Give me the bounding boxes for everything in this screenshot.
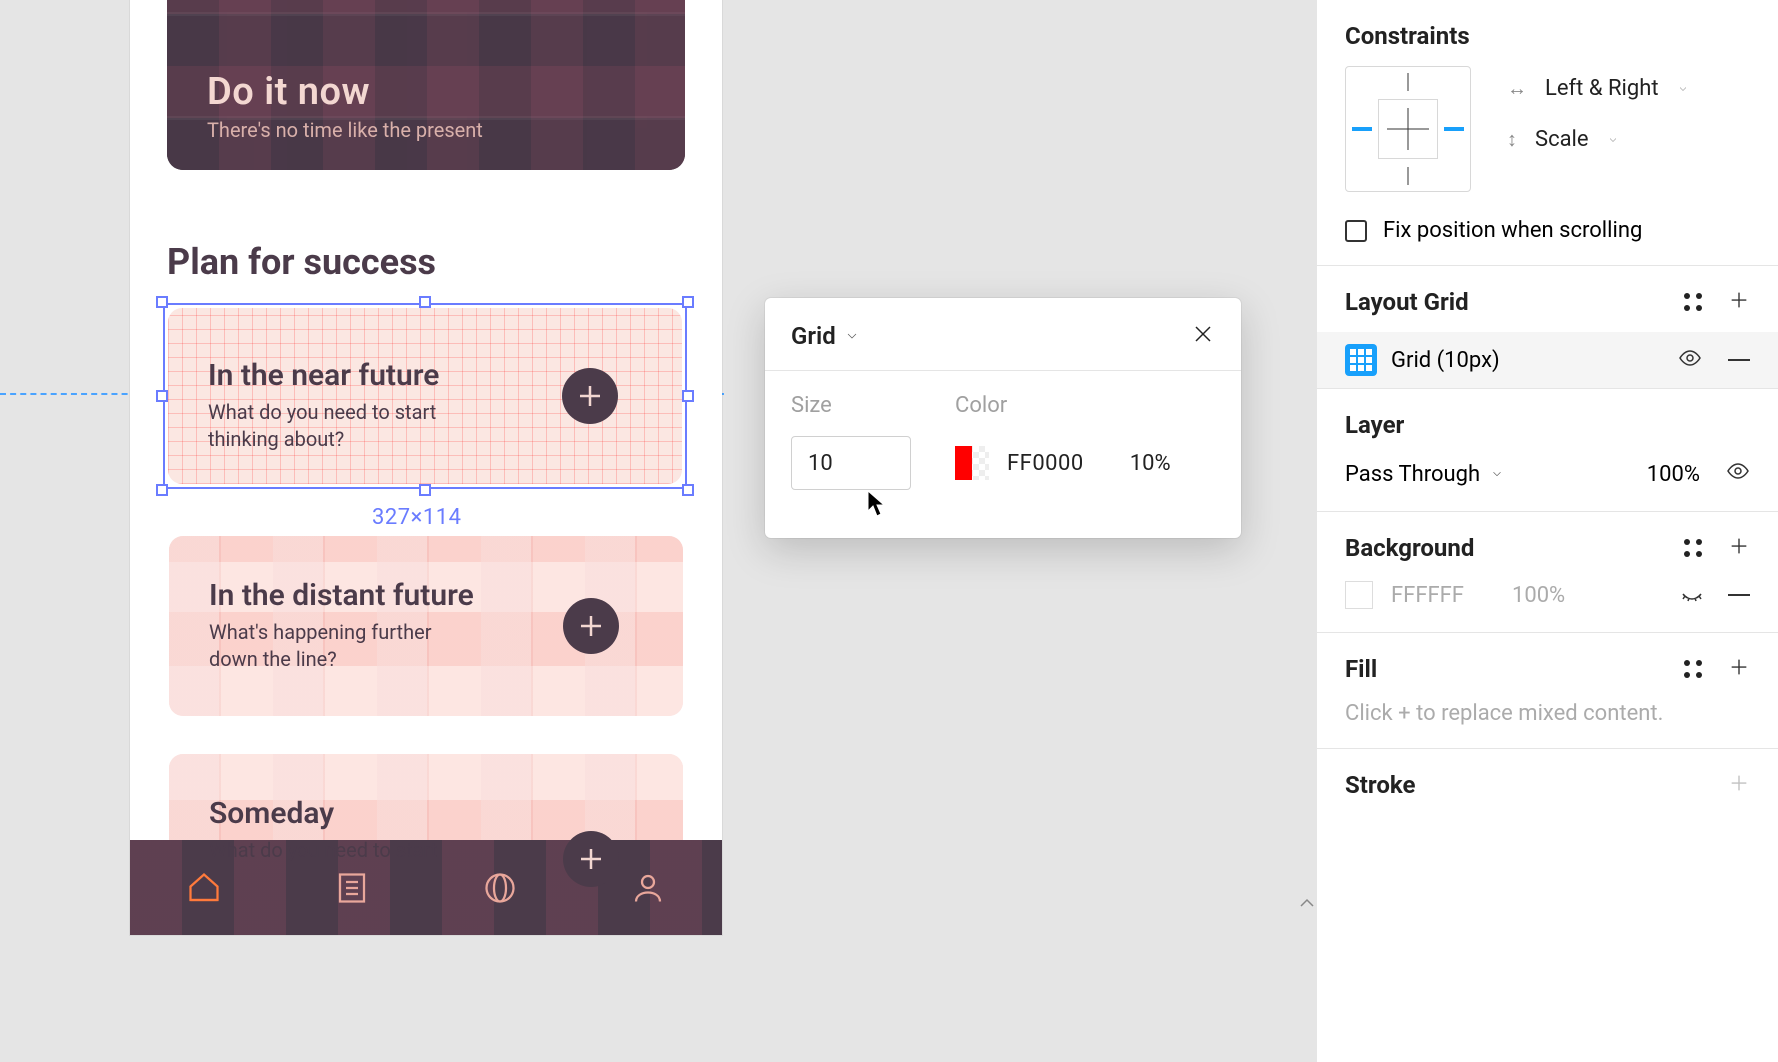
layer-title: Layer xyxy=(1345,411,1750,439)
bg-visibility-toggle[interactable] xyxy=(1680,580,1704,610)
resize-handle-tc[interactable] xyxy=(419,296,431,308)
grid-styles-icon[interactable] xyxy=(1684,293,1702,311)
bg-opacity-value[interactable]: 100% xyxy=(1512,583,1565,608)
hero-title: Do it now xyxy=(207,70,483,114)
artboard[interactable]: Do it now There's no time like the prese… xyxy=(130,0,722,935)
grid-opacity[interactable]: 10% xyxy=(1130,451,1171,476)
hero-subtitle: There's no time like the present xyxy=(207,118,483,142)
fix-position-checkbox-row[interactable]: Fix position when scrolling xyxy=(1345,218,1750,243)
tab-profile-icon[interactable] xyxy=(630,870,666,906)
remove-grid-button[interactable] xyxy=(1728,359,1750,361)
layout-grid-title: Layout Grid xyxy=(1345,288,1469,316)
blend-mode-select[interactable]: Pass Through xyxy=(1345,462,1504,487)
card-distant-future[interactable]: In the distant future What's happening f… xyxy=(169,536,683,716)
tab-home-icon[interactable] xyxy=(186,870,222,906)
hero-card[interactable]: Do it now There's no time like the prese… xyxy=(167,0,685,170)
grid-color-swatch[interactable] xyxy=(955,446,989,480)
hero-text: Do it now There's no time like the prese… xyxy=(207,70,483,142)
card-title: Someday xyxy=(209,796,437,831)
bg-styles-icon[interactable] xyxy=(1684,539,1702,557)
fill-mixed-placeholder: Click + to replace mixed content. xyxy=(1345,701,1750,726)
popup-title[interactable]: Grid xyxy=(791,322,860,350)
constraint-vertical-select[interactable]: ↕ Scale xyxy=(1507,127,1689,152)
panel-collapse-icon[interactable] xyxy=(1299,898,1315,908)
constraint-h-value: Left & Right xyxy=(1545,76,1659,101)
constraint-v-value: Scale xyxy=(1535,127,1589,152)
layout-grid-popup: Grid Size Color FF0000 10% xyxy=(765,298,1241,538)
card-add-button[interactable] xyxy=(562,368,618,424)
fill-title: Fill xyxy=(1345,655,1377,683)
stroke-title: Stroke xyxy=(1345,771,1415,799)
chevron-down-icon xyxy=(844,322,860,350)
section-background: Background FFFFFF 100% xyxy=(1317,512,1778,633)
section-stroke: Stroke xyxy=(1317,749,1778,821)
resize-handle-tr[interactable] xyxy=(682,296,694,308)
checkbox-icon[interactable] xyxy=(1345,220,1367,242)
section-fill: Fill Click + to replace mixed content. xyxy=(1317,633,1778,749)
resize-handle-tl[interactable] xyxy=(156,296,168,308)
section-title: Plan for success xyxy=(167,241,436,283)
resize-handle-bc[interactable] xyxy=(419,484,431,496)
fill-styles-icon[interactable] xyxy=(1684,660,1702,678)
grid-visibility-toggle[interactable] xyxy=(1678,346,1702,374)
resize-handle-ml[interactable] xyxy=(156,390,168,402)
selected-element[interactable]: In the near future What do you need to s… xyxy=(163,303,687,489)
popup-title-text: Grid xyxy=(791,322,836,350)
close-button[interactable] xyxy=(1191,322,1215,350)
grid-color-hex[interactable]: FF0000 xyxy=(1007,451,1084,476)
card-title: In the distant future xyxy=(209,578,474,613)
layer-opacity-value[interactable]: 100% xyxy=(1647,462,1700,487)
blend-mode-value: Pass Through xyxy=(1345,462,1480,487)
layer-visibility-toggle[interactable] xyxy=(1726,459,1750,489)
color-label: Color xyxy=(955,393,1215,418)
card-add-button[interactable] xyxy=(563,831,619,887)
add-layout-grid-button[interactable] xyxy=(1728,289,1750,315)
card-title: In the near future xyxy=(208,358,458,393)
card-subtitle: What do you need to start thinking about… xyxy=(208,399,458,453)
resize-handle-mr[interactable] xyxy=(682,390,694,402)
card-add-button[interactable] xyxy=(563,598,619,654)
layout-grid-item[interactable]: Grid (10px) xyxy=(1317,332,1778,388)
add-background-button[interactable] xyxy=(1728,535,1750,561)
section-constraints: Constraints ↔ Left & Right ↕ Scale xyxy=(1317,0,1778,266)
add-stroke-button[interactable] xyxy=(1728,772,1750,798)
resize-handle-br[interactable] xyxy=(682,484,694,496)
card-subtitle: What's happening further down the line? xyxy=(209,619,449,673)
bg-hex-value[interactable]: FFFFFF xyxy=(1391,583,1464,608)
size-label: Size xyxy=(791,393,911,418)
background-title: Background xyxy=(1345,534,1474,562)
fix-position-label: Fix position when scrolling xyxy=(1383,218,1642,243)
tab-list-icon[interactable] xyxy=(334,870,370,906)
grid-type-icon[interactable] xyxy=(1345,344,1377,376)
vertical-arrows-icon: ↕ xyxy=(1507,127,1517,152)
card-near-future[interactable]: In the near future What do you need to s… xyxy=(168,308,682,484)
resize-handle-bl[interactable] xyxy=(156,484,168,496)
tab-explore-icon[interactable] xyxy=(482,870,518,906)
section-layer: Layer Pass Through 100% xyxy=(1317,389,1778,512)
selection-dimensions: 327×114 xyxy=(372,505,461,530)
constraints-widget[interactable] xyxy=(1345,66,1471,192)
card-subtitle: What do you need to start xyxy=(209,837,437,864)
background-fill-row[interactable]: FFFFFF 100% xyxy=(1345,580,1750,610)
layout-grid-item-label: Grid (10px) xyxy=(1391,348,1500,373)
horizontal-arrows-icon: ↔ xyxy=(1507,76,1527,101)
constraints-title: Constraints xyxy=(1345,22,1750,50)
add-fill-button[interactable] xyxy=(1728,656,1750,682)
grid-size-input[interactable] xyxy=(791,436,911,490)
chevron-down-icon xyxy=(1607,127,1619,152)
bg-color-swatch[interactable] xyxy=(1345,581,1373,609)
chevron-down-icon xyxy=(1677,76,1689,101)
chevron-down-icon xyxy=(1490,462,1504,487)
remove-bg-button[interactable] xyxy=(1728,594,1750,596)
constraint-horizontal-select[interactable]: ↔ Left & Right xyxy=(1507,76,1689,101)
inspector-panel: Constraints ↔ Left & Right ↕ Scale xyxy=(1316,0,1778,1062)
section-layout-grid: Layout Grid Grid (10px) xyxy=(1317,266,1778,389)
